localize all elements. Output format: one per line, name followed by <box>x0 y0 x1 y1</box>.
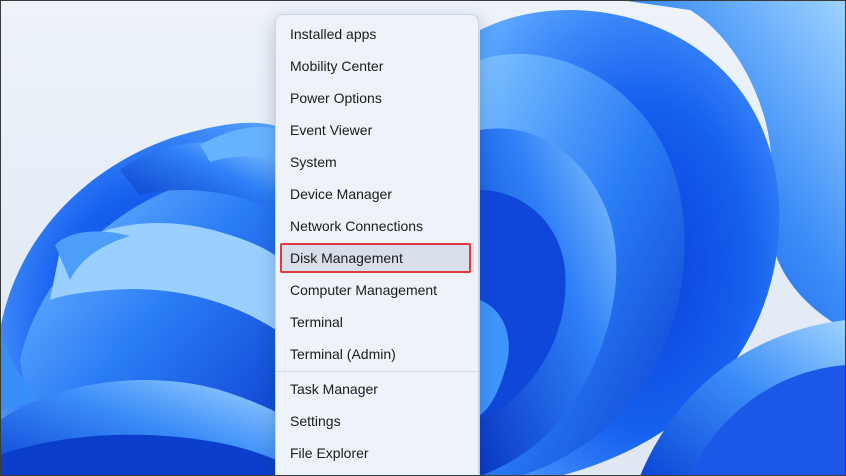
menu-item-disk-management[interactable]: Disk Management <box>280 243 474 273</box>
menu-item-system[interactable]: System <box>280 147 474 177</box>
menu-item-computer-management[interactable]: Computer Management <box>280 275 474 305</box>
menu-item-network-connections[interactable]: Network Connections <box>280 211 474 241</box>
menu-item-installed-apps[interactable]: Installed apps <box>280 19 474 49</box>
quick-link-menu: Installed apps Mobility Center Power Opt… <box>275 14 479 476</box>
menu-item-power-options[interactable]: Power Options <box>280 83 474 113</box>
menu-item-event-viewer[interactable]: Event Viewer <box>280 115 474 145</box>
menu-separator <box>276 371 478 372</box>
menu-item-task-manager[interactable]: Task Manager <box>280 374 474 404</box>
menu-item-mobility-center[interactable]: Mobility Center <box>280 51 474 81</box>
menu-item-terminal[interactable]: Terminal <box>280 307 474 337</box>
menu-item-terminal-admin[interactable]: Terminal (Admin) <box>280 339 474 369</box>
menu-item-file-explorer[interactable]: File Explorer <box>280 438 474 468</box>
menu-item-settings[interactable]: Settings <box>280 406 474 436</box>
menu-item-device-manager[interactable]: Device Manager <box>280 179 474 209</box>
